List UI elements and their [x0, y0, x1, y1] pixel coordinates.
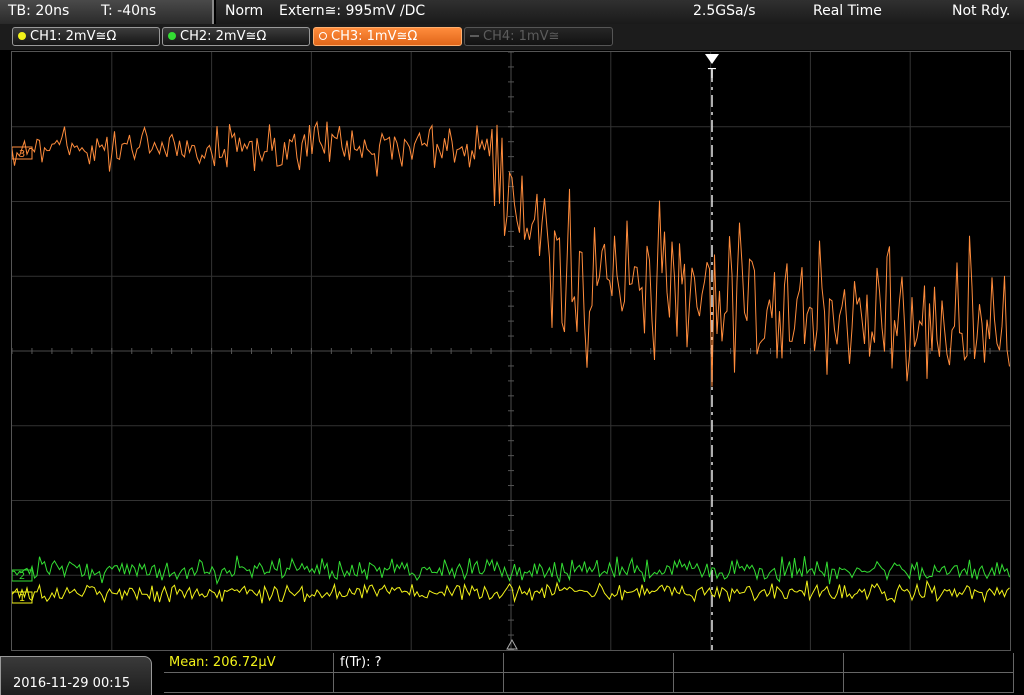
center-time-marker-icon — [506, 638, 518, 650]
channel-3-level-label: 3 — [19, 149, 25, 160]
measurement-cell-2[interactable]: f(Tr): ? — [334, 653, 504, 673]
channel-4-label: CH4: 1mV≅ — [483, 29, 560, 44]
measurement-cell-3[interactable] — [504, 653, 674, 673]
measurement-cell-1[interactable]: Mean: 206.72µV — [164, 653, 334, 673]
trigger-marker-label: T — [707, 67, 716, 82]
trigger-time-value: T: -40ns — [101, 3, 157, 19]
channel-4-dot-icon — [470, 35, 479, 37]
trigger-info-strip[interactable]: Norm Extern≅: 995mV ∕DC 2.5GSa/s Real Ti… — [216, 0, 1024, 24]
measurement-cell-7[interactable] — [334, 673, 504, 693]
channel-2-tab[interactable]: CH2: 2mV≅Ω — [162, 27, 310, 46]
waveform-canvas: T 3 1 2 — [12, 52, 1010, 650]
datetime-value: 2016-11-29 00:15 — [13, 676, 131, 691]
measurement-table: Mean: 206.72µV f(Tr): ? — [164, 653, 1024, 695]
channel-1-level-label: 1 — [19, 593, 25, 604]
measurement-cell-8[interactable] — [504, 673, 674, 693]
channel-2-label: CH2: 2mV≅Ω — [180, 29, 267, 44]
measurement-mean: Mean: 206.72µV — [169, 655, 276, 670]
trigger-position-arrow-icon[interactable] — [705, 54, 719, 64]
channel-1-tab[interactable]: CH1: 2mV≅Ω — [12, 27, 160, 46]
channel-2-dot-icon — [168, 32, 176, 40]
channel-3-tab[interactable]: CH3: 1mV≅Ω — [313, 27, 462, 46]
channel-3-label: CH3: 1mV≅Ω — [331, 29, 418, 44]
timebase-value: TB: 20ns — [8, 3, 70, 19]
acquisition-status: Not Rdy. — [952, 3, 1011, 19]
channel-1-label: CH1: 2mV≅Ω — [30, 29, 117, 44]
measurement-cell-6[interactable] — [164, 673, 334, 693]
sample-rate: 2.5GSa/s — [693, 3, 756, 19]
channel-1-dot-icon — [18, 32, 26, 40]
datetime-box[interactable]: 2016-11-29 00:15 — [0, 656, 152, 695]
measurement-cell-9[interactable] — [674, 673, 844, 693]
status-bar: TB: 20ns T: -40ns Norm Extern≅: 995mV ∕D… — [0, 0, 1024, 24]
channel-4-tab[interactable]: CH4: 1mV≅ — [464, 27, 613, 46]
trigger-mode: Norm — [225, 3, 264, 19]
channel-3-dot-icon — [319, 32, 327, 40]
trigger-source: Extern≅: 995mV ∕DC — [279, 3, 426, 19]
measurement-cell-4[interactable] — [674, 653, 844, 673]
measurement-rise-freq: f(Tr): ? — [340, 655, 382, 670]
channel-tabs: CH1: 2mV≅Ω CH2: 2mV≅Ω CH3: 1mV≅Ω CH4: 1m… — [0, 24, 1024, 50]
measurement-cell-5[interactable] — [844, 653, 1014, 673]
channel-2-level-label: 2 — [19, 571, 25, 582]
footer: 2016-11-29 00:15 Mean: 206.72µV f(Tr): ? — [0, 652, 1024, 695]
acquisition-mode: Real Time — [813, 3, 882, 19]
measurement-cell-10[interactable] — [844, 673, 1014, 693]
waveform-display[interactable]: T 3 1 2 — [11, 51, 1011, 651]
timebase-box[interactable]: TB: 20ns T: -40ns — [0, 0, 214, 24]
